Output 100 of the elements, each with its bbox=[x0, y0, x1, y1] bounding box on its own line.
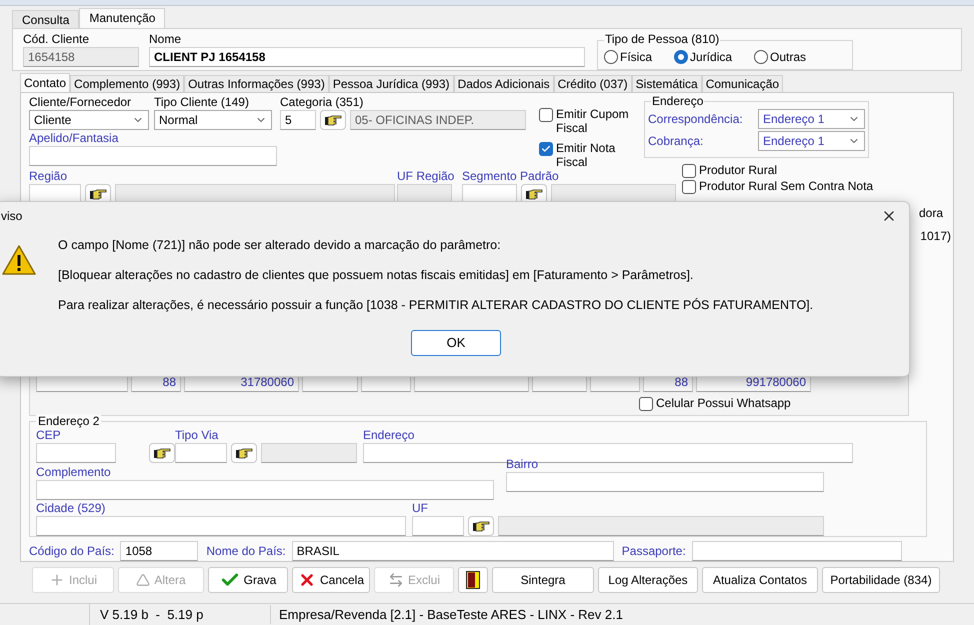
field-label: Correspondência: bbox=[648, 112, 743, 126]
text-field[interactable] bbox=[261, 443, 357, 463]
checkbox-label: Produtor Rural bbox=[699, 163, 778, 177]
action-button[interactable]: Portabilidade (834) bbox=[822, 567, 940, 593]
pointing-hand-icon bbox=[472, 520, 490, 532]
field-label: Segmento Padrão bbox=[462, 169, 560, 184]
dropdown[interactable]: Cliente bbox=[29, 110, 149, 130]
checkbox[interactable] bbox=[682, 180, 696, 194]
field-label: UF bbox=[412, 501, 429, 516]
field-label: Cobrança: bbox=[648, 134, 704, 148]
field-label: Nome bbox=[149, 32, 182, 47]
dialog-message: [Bloquear alterações no cadastro de clientes que possuem notas fiscais emitidas] em [Faturamento > Parâmetros]. bbox=[58, 267, 694, 283]
text-field[interactable] bbox=[36, 480, 494, 500]
radio-label: Jurídica bbox=[690, 49, 732, 66]
text-field[interactable]: BRASIL bbox=[292, 541, 614, 561]
field-label: Complemento bbox=[36, 465, 112, 480]
field-label: Cidade (529) bbox=[36, 501, 106, 516]
radio-button[interactable] bbox=[604, 50, 618, 64]
plus-icon bbox=[48, 572, 65, 588]
action-button[interactable]: Grava bbox=[208, 567, 288, 593]
tab[interactable]: Outras Informações (993) bbox=[184, 75, 329, 92]
warning-icon bbox=[1, 244, 37, 276]
triangle-icon bbox=[136, 573, 150, 587]
action-button[interactable]: Sintegra bbox=[492, 567, 594, 593]
field-label: Bairro bbox=[506, 457, 540, 472]
pointing-hand-icon bbox=[89, 188, 107, 200]
tab[interactable]: Complemento (993) bbox=[70, 75, 184, 92]
radio-button[interactable] bbox=[754, 50, 768, 64]
pointing-hand-icon bbox=[324, 114, 342, 126]
tab[interactable]: Sistemática bbox=[632, 75, 702, 92]
checkbox[interactable] bbox=[682, 164, 696, 178]
radio-label: Outras bbox=[770, 49, 806, 66]
name-field[interactable]: CLIENT PJ 1654158 bbox=[149, 47, 585, 67]
pointing-hand-icon bbox=[153, 448, 171, 458]
status-text: Empresa/Revenda [2.1] - BaseTeste ARES - LINX - Rev 2.1 bbox=[270, 604, 623, 624]
covered-label: 1017) bbox=[920, 228, 951, 245]
field-label: Tipo Cliente (149) bbox=[154, 95, 250, 110]
tab[interactable]: Dados Adicionais bbox=[454, 75, 554, 92]
field-label: Cód. Cliente bbox=[23, 32, 90, 47]
checkbox-label: Produtor Rural Sem Contra Nota bbox=[699, 179, 874, 193]
checkmark-icon bbox=[541, 144, 551, 154]
tab[interactable]: Consulta bbox=[12, 10, 80, 28]
dropdown[interactable]: Normal bbox=[154, 110, 272, 130]
ok-button[interactable]: OK bbox=[411, 330, 501, 356]
field-label: Tipo Via bbox=[175, 428, 220, 443]
lookup-button[interactable] bbox=[231, 443, 257, 463]
text-field[interactable] bbox=[498, 516, 824, 536]
field-label: UF Região bbox=[397, 169, 456, 184]
tab[interactable]: Pessoa Jurídica (993) bbox=[328, 75, 454, 92]
action-button[interactable]: Cancela bbox=[292, 567, 370, 593]
field-label: Nome do País: bbox=[206, 544, 286, 558]
tab[interactable]: Comunicação bbox=[702, 75, 784, 92]
door-icon bbox=[466, 571, 480, 589]
dropdown[interactable]: Endereço 1 bbox=[758, 109, 865, 129]
status-text: V 5.19 b - 5.19 p bbox=[99, 606, 204, 624]
checkbox-label: Emitir Cupom Fiscal bbox=[556, 107, 630, 135]
field-label: Categoria (351) bbox=[280, 95, 364, 110]
checkbox[interactable] bbox=[539, 142, 553, 156]
text-field[interactable]: 1058 bbox=[120, 541, 198, 561]
text-field[interactable] bbox=[175, 443, 227, 463]
tab[interactable]: Manutenção bbox=[79, 8, 166, 28]
checkbox[interactable] bbox=[639, 397, 653, 411]
dialog-message: O campo [Nome (721)] não pode ser alterado devido a marcação do parâmetro: bbox=[58, 237, 502, 253]
field-label: Apelido/Fantasia bbox=[29, 131, 120, 146]
field-label: Cliente/Fornecedor bbox=[29, 95, 132, 110]
field-label: Endereço bbox=[363, 428, 416, 443]
dropdown[interactable]: Endereço 1 bbox=[758, 131, 865, 151]
pointing-hand-icon bbox=[235, 448, 253, 458]
text-field[interactable] bbox=[36, 443, 116, 463]
field-label: Passaporte: bbox=[622, 544, 686, 558]
text-field[interactable] bbox=[412, 516, 464, 536]
field-label: Código do País: bbox=[29, 544, 114, 558]
text-field[interactable] bbox=[692, 541, 902, 561]
text-field[interactable] bbox=[506, 472, 824, 492]
dialog-message: Para realizar alterações, é necessário possuir a função [1038 - PERMITIR ALTERAR CADASTRO DO CLIENTE PÓS FATURAMENTO]. bbox=[58, 297, 814, 313]
tab[interactable]: Contato bbox=[20, 73, 70, 92]
action-button[interactable]: Atualiza Contatos bbox=[702, 567, 818, 593]
checkbox[interactable] bbox=[539, 108, 553, 122]
pointing-hand-icon bbox=[525, 188, 543, 200]
covered-label: dora bbox=[918, 205, 943, 222]
lookup-button[interactable] bbox=[468, 516, 494, 536]
exit-button[interactable] bbox=[458, 567, 488, 593]
field-label: Região bbox=[29, 169, 68, 184]
radio-button[interactable] bbox=[674, 50, 688, 64]
tab[interactable]: Crédito (037) bbox=[554, 75, 632, 92]
checkbox-label: Emitir Nota Fiscal bbox=[556, 141, 616, 169]
lookup-button[interactable] bbox=[149, 443, 175, 463]
text-field[interactable]: 5 bbox=[280, 110, 316, 130]
group-title: Tipo de Pessoa (810) bbox=[604, 32, 720, 47]
group-title: Endereço 2 bbox=[36, 414, 102, 429]
text-field[interactable] bbox=[36, 516, 406, 536]
checkbox-label: Celular Possui Whatsapp bbox=[656, 396, 791, 410]
group-title: Endereço bbox=[651, 94, 704, 109]
radio-label: Física bbox=[620, 49, 652, 66]
text-field[interactable]: 05- OFICINAS INDEP. bbox=[350, 110, 526, 130]
text-field[interactable] bbox=[29, 146, 277, 166]
dialog-title: viso bbox=[1, 208, 22, 225]
arrows-icon bbox=[388, 572, 404, 588]
action-button[interactable]: Log Alterações bbox=[598, 567, 698, 593]
lookup-button[interactable] bbox=[320, 110, 346, 130]
